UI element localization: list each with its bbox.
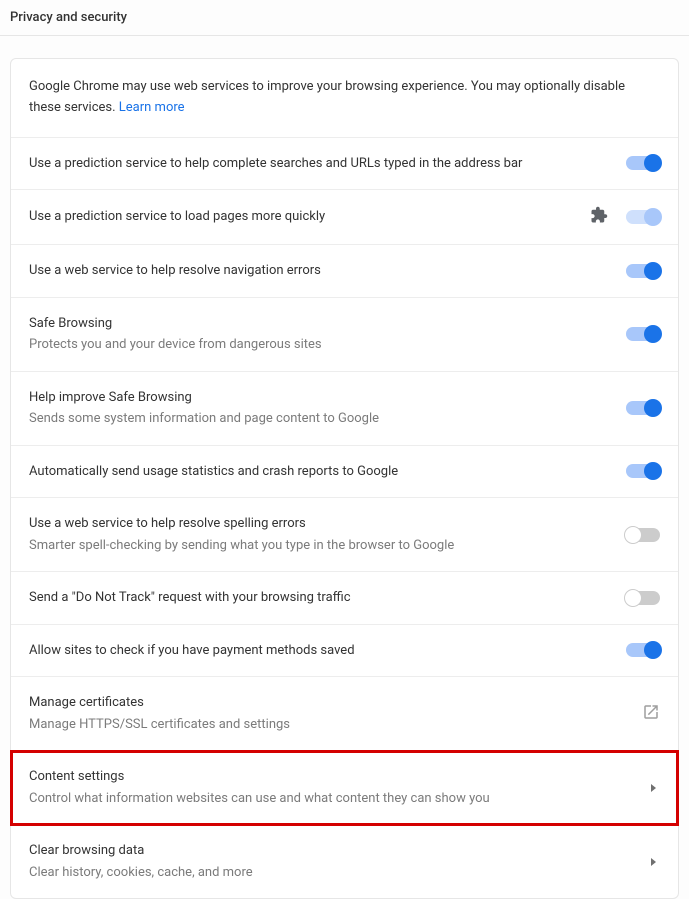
- row-title: Help improve Safe Browsing: [29, 388, 626, 408]
- row-text: Manage certificates Manage HTTPS/SSL cer…: [29, 693, 642, 734]
- row-help-safe-browsing: Help improve Safe Browsing Sends some sy…: [11, 372, 678, 446]
- row-title: Manage certificates: [29, 693, 642, 713]
- toggle-prediction-pages[interactable]: [626, 210, 660, 224]
- row-text: Content settings Control what informatio…: [29, 767, 651, 808]
- section-title: Privacy and security: [10, 10, 679, 25]
- row-controls: [642, 703, 660, 725]
- row-sub: Control what information websites can us…: [29, 789, 651, 809]
- toggle-prediction-search[interactable]: [626, 156, 660, 170]
- row-text: Help improve Safe Browsing Sends some sy…: [29, 388, 626, 429]
- row-text: Use a web service to help resolve spelli…: [29, 514, 626, 555]
- row-title: Allow sites to check if you have payment…: [29, 641, 626, 661]
- row-controls: [626, 156, 660, 170]
- toggle-payment[interactable]: [626, 643, 660, 657]
- row-text: Clear browsing data Clear history, cooki…: [29, 841, 651, 882]
- row-controls: [626, 401, 660, 415]
- toggle-help-safe-browsing[interactable]: [626, 401, 660, 415]
- section-header: Privacy and security: [0, 0, 689, 36]
- row-clear-data[interactable]: Clear browsing data Clear history, cooki…: [11, 825, 678, 898]
- row-title: Automatically send usage statistics and …: [29, 462, 626, 482]
- learn-more-link[interactable]: Learn more: [119, 100, 185, 115]
- row-title: Clear browsing data: [29, 841, 651, 861]
- row-title: Use a web service to help resolve spelli…: [29, 514, 626, 534]
- intro-row: Google Chrome may use web services to im…: [11, 59, 678, 138]
- row-controls: [626, 264, 660, 278]
- chevron-right-icon: [651, 858, 656, 866]
- row-controls: [651, 858, 660, 866]
- row-nav-errors: Use a web service to help resolve naviga…: [11, 245, 678, 298]
- row-controls: [626, 464, 660, 478]
- row-controls: [626, 643, 660, 657]
- row-text: Use a web service to help resolve naviga…: [29, 261, 626, 281]
- row-text: Use a prediction service to load pages m…: [29, 207, 590, 227]
- row-title: Use a prediction service to help complet…: [29, 154, 626, 174]
- toggle-safe-browsing[interactable]: [626, 327, 660, 341]
- toggle-dnt[interactable]: [626, 591, 660, 605]
- chevron-right-icon: [651, 784, 656, 792]
- row-sub: Manage HTTPS/SSL certificates and settin…: [29, 715, 642, 735]
- toggle-spelling[interactable]: [626, 528, 660, 542]
- toggle-nav-errors[interactable]: [626, 264, 660, 278]
- row-usage-stats: Automatically send usage statistics and …: [11, 446, 678, 499]
- extension-icon: [590, 206, 608, 228]
- row-sub: Clear history, cookies, cache, and more: [29, 863, 651, 883]
- row-certificates[interactable]: Manage certificates Manage HTTPS/SSL cer…: [11, 677, 678, 751]
- row-controls: [626, 591, 660, 605]
- privacy-panel: Google Chrome may use web services to im…: [10, 58, 679, 899]
- row-title: Use a web service to help resolve naviga…: [29, 261, 626, 281]
- row-prediction-pages: Use a prediction service to load pages m…: [11, 190, 678, 245]
- row-controls: [626, 327, 660, 341]
- row-text: Use a prediction service to help complet…: [29, 154, 626, 174]
- row-text: Automatically send usage statistics and …: [29, 462, 626, 482]
- row-content-settings[interactable]: Content settings Control what informatio…: [11, 751, 678, 825]
- row-text: Allow sites to check if you have payment…: [29, 641, 626, 661]
- row-controls: [590, 206, 660, 228]
- row-spelling: Use a web service to help resolve spelli…: [11, 498, 678, 572]
- row-text: Send a "Do Not Track" request with your …: [29, 588, 626, 608]
- row-title: Send a "Do Not Track" request with your …: [29, 588, 626, 608]
- row-title: Use a prediction service to load pages m…: [29, 207, 590, 227]
- row-sub: Protects you and your device from danger…: [29, 335, 626, 355]
- toggle-usage-stats[interactable]: [626, 464, 660, 478]
- row-controls: [651, 784, 660, 792]
- row-prediction-search: Use a prediction service to help complet…: [11, 138, 678, 191]
- row-sub: Smarter spell-checking by sending what y…: [29, 536, 626, 556]
- row-title: Safe Browsing: [29, 314, 626, 334]
- row-sub: Sends some system information and page c…: [29, 409, 626, 429]
- row-payment: Allow sites to check if you have payment…: [11, 625, 678, 678]
- row-text: Safe Browsing Protects you and your devi…: [29, 314, 626, 355]
- row-title: Content settings: [29, 767, 651, 787]
- row-safe-browsing: Safe Browsing Protects you and your devi…: [11, 298, 678, 372]
- row-controls: [626, 528, 660, 542]
- launch-icon: [642, 703, 660, 725]
- row-dnt: Send a "Do Not Track" request with your …: [11, 572, 678, 625]
- intro-text: Google Chrome may use web services to im…: [29, 77, 660, 119]
